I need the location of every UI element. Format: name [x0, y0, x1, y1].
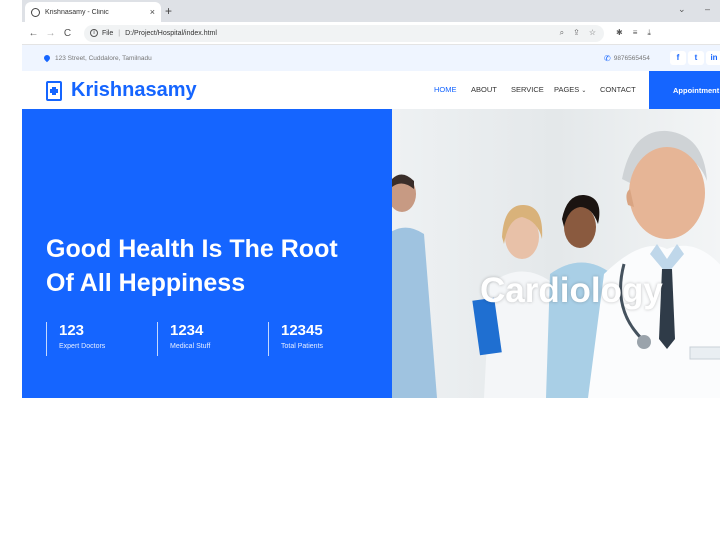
new-tab-button[interactable]: + — [165, 3, 172, 19]
stat-total-patients: 12345 Total Patients — [268, 322, 323, 356]
appointment-button[interactable]: Appointment — [649, 71, 720, 109]
tab-search-chevron-icon[interactable]: ⌄ — [678, 4, 686, 15]
address-text: 123 Street, Cuddalore, Tamilnadu — [55, 54, 152, 62]
reading-list-icon[interactable]: ≡ — [633, 28, 638, 38]
reload-icon[interactable]: C — [59, 28, 76, 39]
tab-strip: Krishnasamy - Clinic × + ⌄ – — [22, 0, 720, 22]
twitter-icon[interactable]: t — [688, 51, 704, 65]
globe-icon — [31, 7, 40, 17]
hero-title: Good Health Is The Root Of All Heppiness — [46, 232, 376, 300]
hero-text-panel: Good Health Is The Root Of All Heppiness… — [22, 109, 392, 398]
nav-home[interactable]: HOME — [434, 85, 457, 94]
download-icon[interactable]: ⤓ — [647, 28, 651, 38]
browser-tab[interactable]: Krishnasamy - Clinic × — [25, 2, 161, 22]
minimize-icon[interactable]: – — [705, 4, 710, 14]
topbar-phone: ✆ 9876565454 — [604, 54, 650, 63]
share-icon[interactable]: ⇪ — [573, 28, 580, 38]
phone-icon: ✆ — [604, 53, 611, 63]
extensions-icon[interactable]: ✱ — [616, 28, 623, 38]
linkedin-icon[interactable]: in — [706, 51, 720, 65]
address-separator: | — [118, 29, 121, 37]
hero-image-doctors: Cardiology — [392, 109, 720, 398]
contact-topbar: 123 Street, Cuddalore, Tamilnadu ✆ 98765… — [22, 45, 720, 71]
hero-title-line-1: Good Health Is The Root — [46, 235, 338, 263]
url-text: D:/Project/Hospital/index.html — [125, 29, 217, 37]
hero-image-caption: Cardiology — [480, 271, 663, 310]
tab-close-icon[interactable]: × — [150, 7, 155, 17]
address-scheme-label: File — [102, 29, 114, 37]
hero-title-line-2: Of All Heppiness — [46, 269, 246, 297]
stat-label: Expert Doctors — [59, 343, 106, 350]
address-row: ← → C i File | D:/Project/Hospital/index… — [22, 22, 720, 45]
zoom-icon[interactable]: ⌕ — [560, 28, 564, 38]
main-navbar: Krishnasamy HOME ABOUT SERVICE PAGES ⌄ C… — [22, 71, 720, 109]
stat-medical-stuff: 1234 Medical Stuff — [157, 322, 210, 356]
nav-service[interactable]: SERVICE — [511, 85, 544, 94]
info-icon[interactable]: i — [90, 29, 98, 37]
stat-label: Medical Stuff — [170, 343, 211, 350]
bookmark-star-icon[interactable]: ☆ — [589, 28, 596, 38]
brand-name: Krishnasamy — [71, 79, 197, 101]
stat-value: 1234 — [170, 322, 204, 339]
address-bar[interactable]: i File | D:/Project/Hospital/index.html … — [84, 24, 604, 42]
map-pin-icon — [42, 53, 52, 63]
nav-pages-label: PAGES — [554, 85, 580, 94]
nav-pages[interactable]: PAGES ⌄ — [554, 85, 586, 94]
nav-contact[interactable]: CONTACT — [600, 85, 636, 94]
hero-section: Good Health Is The Root Of All Heppiness… — [22, 109, 720, 398]
stat-expert-doctors: 123 Expert Doctors — [46, 322, 105, 356]
topbar-address: 123 Street, Cuddalore, Tamilnadu — [42, 53, 152, 63]
stat-value: 12345 — [281, 322, 323, 339]
facebook-icon[interactable]: f — [670, 51, 686, 65]
browser-window: Krishnasamy - Clinic × + ⌄ – ← → C i Fil… — [22, 0, 720, 398]
stat-label: Total Patients — [281, 343, 324, 350]
chevron-down-icon: ⌄ — [581, 88, 587, 94]
back-icon[interactable]: ← — [25, 28, 42, 39]
stat-value: 123 — [59, 322, 85, 339]
phone-text: 9876565454 — [613, 54, 650, 62]
hospital-icon — [46, 80, 62, 101]
brand-logo[interactable]: Krishnasamy — [46, 79, 197, 102]
tab-title: Krishnasamy - Clinic — [45, 8, 109, 16]
nav-about[interactable]: ABOUT — [471, 85, 497, 94]
doctors-photo-illustration — [392, 130, 720, 398]
forward-icon[interactable]: → — [42, 28, 59, 39]
